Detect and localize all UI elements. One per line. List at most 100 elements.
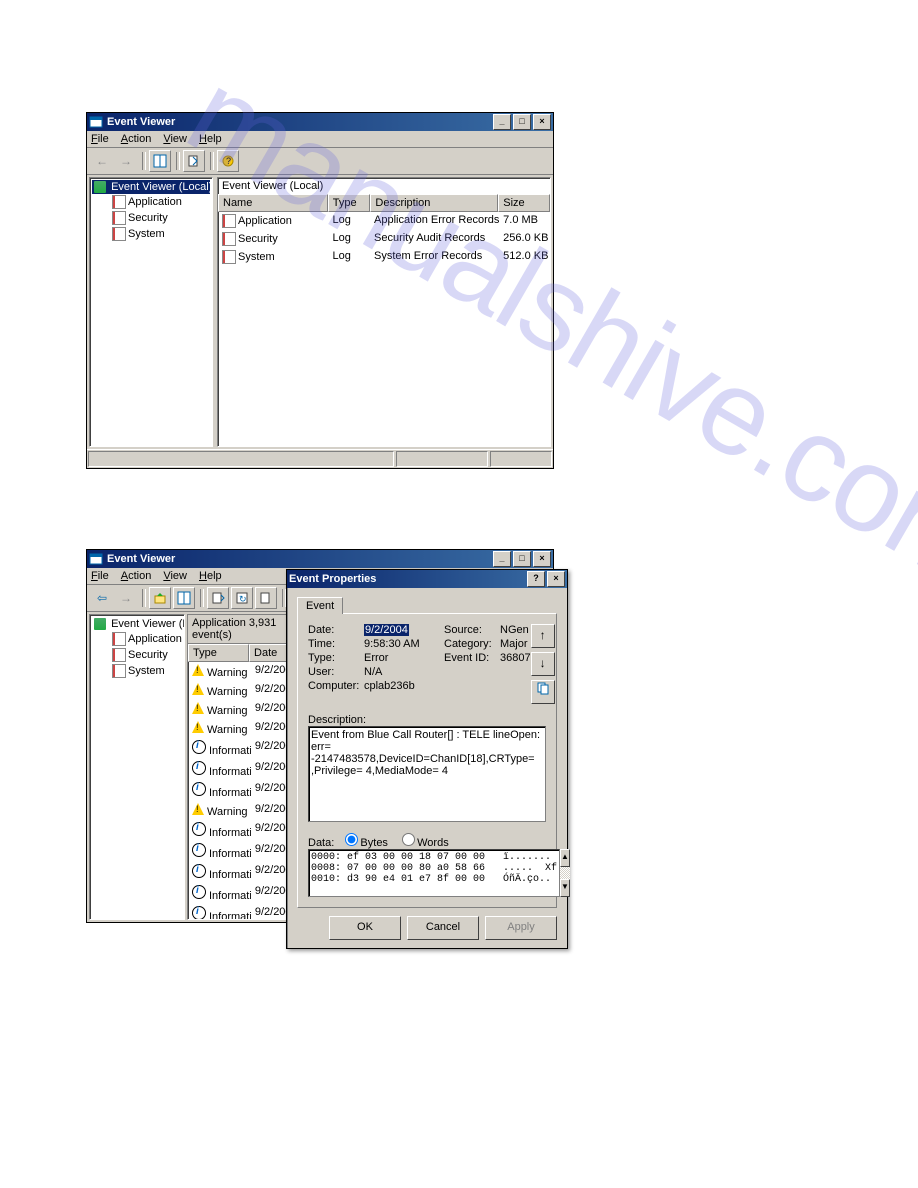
close-button[interactable]: × — [547, 571, 565, 587]
minimize-button[interactable]: _ — [493, 114, 511, 130]
forward-button[interactable]: → — [115, 150, 137, 172]
table-row[interactable]: Information9/2/2004 — [188, 820, 296, 841]
help-button[interactable]: ? — [217, 150, 239, 172]
refresh-button[interactable]: ↻ — [231, 587, 253, 609]
properties2-button[interactable] — [207, 587, 229, 609]
tree-item[interactable]: Application — [110, 194, 210, 210]
label-words: Words — [417, 837, 449, 849]
export-button[interactable] — [183, 150, 205, 172]
table-row[interactable]: Warning9/2/2004 — [188, 700, 296, 719]
description-textbox[interactable]: Event from Blue Call Router[] : TELE lin… — [308, 726, 546, 822]
ok-button[interactable]: OK — [329, 916, 401, 940]
description-text: Event from Blue Call Router[] : TELE lin… — [311, 729, 540, 777]
menu-view[interactable]: View — [163, 133, 187, 145]
info-icon — [192, 740, 206, 754]
cancel-button[interactable]: Cancel — [407, 916, 479, 940]
tree-item[interactable]: Security — [110, 210, 210, 226]
scroll-down-button[interactable]: ▼ — [560, 879, 570, 897]
toolbar: ← → ? — [87, 148, 553, 175]
log-icon — [112, 227, 126, 241]
up-button[interactable] — [149, 587, 171, 609]
menu-help[interactable]: Help — [199, 133, 222, 145]
tree-view[interactable]: Event Viewer (Local) ApplicationSecurity… — [89, 177, 213, 447]
table-row[interactable]: Warning9/2/2004 — [188, 681, 296, 700]
tree-view[interactable]: Event Viewer (Local) ApplicationSecurity… — [89, 614, 185, 920]
menu-file[interactable]: File — [91, 570, 109, 582]
table-row[interactable]: Warning9/2/2004 — [188, 719, 296, 738]
table-row[interactable]: Information9/2/2004 — [188, 738, 296, 759]
radio-bytes[interactable] — [345, 833, 358, 846]
value-source: NGen — [500, 624, 529, 636]
value-type: Error — [364, 652, 444, 664]
list-header: Type Date — [188, 644, 296, 662]
apply-button[interactable]: Apply — [485, 916, 557, 940]
tree-root[interactable]: Event Viewer (Local) — [92, 180, 210, 194]
table-row[interactable]: Information9/2/2004 — [188, 841, 296, 862]
copy-button[interactable] — [531, 680, 555, 704]
value-time: 9:58:30 AM — [364, 638, 444, 650]
tree-item[interactable]: Security — [110, 647, 182, 663]
value-computer: cplab236b — [364, 680, 444, 692]
properties-button[interactable] — [149, 150, 171, 172]
statusbar — [87, 449, 553, 468]
tree-item[interactable]: System — [110, 226, 210, 242]
warn-icon — [192, 683, 204, 695]
table-row[interactable]: Information9/2/2004 — [188, 862, 296, 883]
maximize-button[interactable]: □ — [513, 114, 531, 130]
properties-button[interactable] — [173, 587, 195, 609]
table-row[interactable]: Warning9/2/2004 — [188, 801, 296, 820]
tree-item[interactable]: Application — [110, 631, 182, 647]
col-type[interactable]: Type — [188, 644, 249, 662]
col-type[interactable]: Type — [328, 194, 371, 212]
menu-help[interactable]: Help — [199, 570, 222, 582]
log-icon — [222, 232, 236, 246]
tree-item[interactable]: System — [110, 663, 182, 679]
help-button[interactable]: ? — [527, 571, 545, 587]
maximize-button[interactable]: □ — [513, 551, 531, 567]
table-row[interactable]: Information9/2/2004 — [188, 780, 296, 801]
hex-scrollbar[interactable]: ▲ ▼ — [560, 849, 570, 897]
radio-words[interactable] — [402, 833, 415, 846]
table-row[interactable]: Information9/2/2004 — [188, 904, 296, 920]
window-title: Event Viewer — [107, 553, 491, 565]
export-button[interactable] — [255, 587, 277, 609]
col-desc[interactable]: Description — [370, 194, 498, 212]
table-row[interactable]: ApplicationLogApplication Error Records7… — [218, 212, 550, 230]
forward-button[interactable]: → — [115, 587, 137, 609]
label-source: Source: — [444, 624, 500, 636]
info-icon — [192, 906, 206, 920]
minimize-button[interactable]: _ — [493, 551, 511, 567]
app-icon — [89, 115, 103, 129]
prev-event-button[interactable]: ↑ — [531, 624, 555, 648]
tab-event[interactable]: Event — [297, 597, 343, 614]
dialog-titlebar[interactable]: Event Properties ? × — [287, 570, 567, 588]
back-button[interactable]: ⇦ — [91, 587, 113, 609]
table-row[interactable]: SystemLogSystem Error Records512.0 KB — [218, 248, 550, 266]
list-view[interactable]: Event Viewer (Local) Name Type Descripti… — [217, 177, 551, 447]
menu-file[interactable]: File — [91, 133, 109, 145]
hex-textbox[interactable]: 0000: ef 03 00 00 18 07 00 00 ï....... 0… — [308, 849, 560, 897]
close-button[interactable]: × — [533, 114, 551, 130]
menu-view[interactable]: View — [163, 570, 187, 582]
next-event-button[interactable]: ↓ — [531, 652, 555, 676]
col-size[interactable]: Size — [498, 194, 550, 212]
col-name[interactable]: Name — [218, 194, 328, 212]
table-row[interactable]: Information9/2/2004 — [188, 883, 296, 904]
tree-root[interactable]: Event Viewer (Local) — [92, 617, 182, 631]
info-icon — [192, 885, 206, 899]
table-row[interactable]: Warning9/2/2004 — [188, 662, 296, 681]
scroll-up-button[interactable]: ▲ — [560, 849, 570, 867]
menu-action[interactable]: Action — [121, 570, 152, 582]
menu-action[interactable]: Action — [121, 133, 152, 145]
list-view[interactable]: Application 3,931 event(s) Type Date War… — [187, 614, 297, 920]
book-icon — [94, 181, 106, 193]
value-category: Major — [500, 638, 528, 650]
table-row[interactable]: SecurityLogSecurity Audit Records256.0 K… — [218, 230, 550, 248]
window-title: Event Viewer — [107, 116, 491, 128]
back-button[interactable]: ← — [91, 150, 113, 172]
titlebar[interactable]: Event Viewer _ □ × — [87, 113, 553, 131]
table-row[interactable]: Information9/2/2004 — [188, 759, 296, 780]
label-data: Data: — [308, 837, 334, 849]
close-button[interactable]: × — [533, 551, 551, 567]
titlebar[interactable]: Event Viewer _ □ × — [87, 550, 553, 568]
